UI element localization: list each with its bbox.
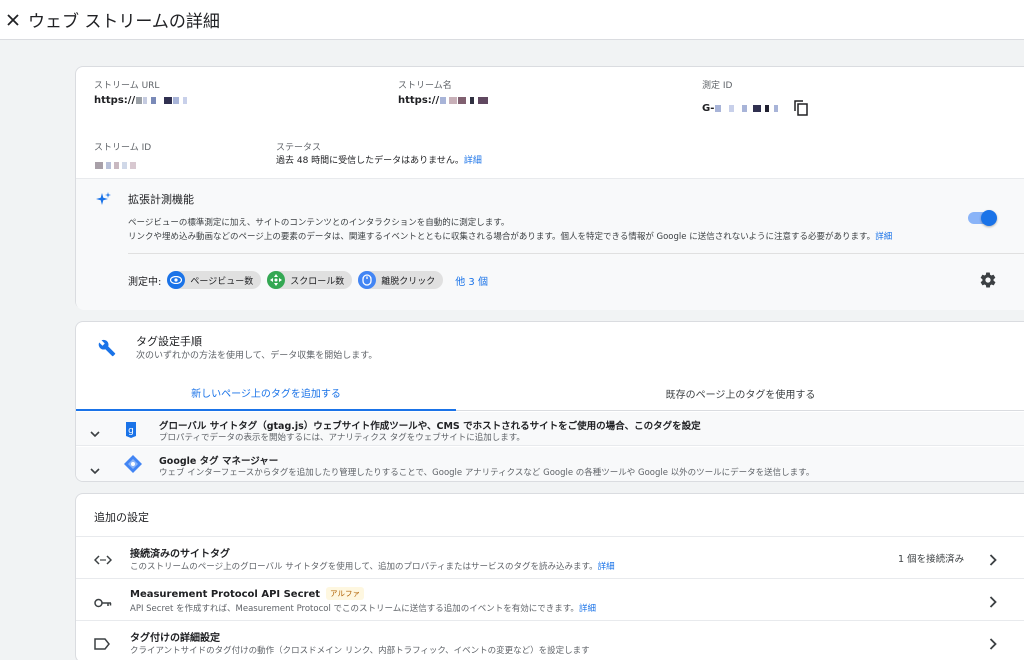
mouse-icon [358,271,377,289]
connected-count: 1 個を接続済み [898,554,965,565]
gtag-icon: g [124,420,138,442]
tab-add-new-tag[interactable]: 新しいページ上のタグを追加する [76,376,456,411]
close-icon[interactable] [3,10,23,30]
status-label: ステータス [276,143,322,153]
gtm-description: ウェブ インターフェースからタグを追加したり管理したりすることで、Google … [159,468,815,478]
tab-use-existing-tag[interactable]: 既存のページ上のタグを使用する [456,376,1024,411]
additional-settings-title: 追加の設定 [94,511,149,524]
svg-text:g: g [128,426,134,436]
chevron-right-icon [989,593,997,612]
divider [128,253,1024,254]
stream-id-label: ストリーム ID [94,143,152,153]
gtm-title: Google タグ マネージャー [159,456,279,467]
alpha-badge: アルファ [326,587,364,600]
gtag-title: グローバル サイトタグ（gtag.js）ウェブサイト作成ツールや、CMS でホス… [159,421,701,432]
gear-icon[interactable] [979,271,997,289]
additional-settings-card: 追加の設定 接続済みのサイトタグ このストリームのページ上のグローバル サイトタ… [75,493,1024,660]
stream-url-label: ストリーム URL [94,81,160,91]
measurement-id-label: 測定 ID [702,81,733,91]
tagging-subtitle: 次のいずれかの方法を使用して、データ収集を開始します。 [136,351,378,361]
tagging-details-title: タグ付けの詳細設定 [130,633,220,644]
measuring-label: 測定中: [128,276,162,288]
page-title: ウェブ ストリームの詳細 [28,12,220,32]
enhanced-measurement-section: 拡張計測機能 ページビューの標準測定に加え、サイトのコンテンツとのインタラクショ… [76,178,1024,310]
key-icon [94,593,112,612]
stream-details-card: ストリーム URL https:// ストリーム名 https:// 測定 ID… [75,66,1024,310]
measurement-id-value: G- [702,103,779,114]
measurement-protocol-title: Measurement Protocol API Secret アルファ [130,587,364,600]
sparkle-icon [94,191,112,213]
stream-name-label: ストリーム名 [398,81,452,91]
status-details-link[interactable]: 詳細 [464,156,482,166]
connected-site-tags-title: 接続済みのサイトタグ [130,549,230,560]
connected-site-tags-description: このストリームのページ上のグローバル サイトタグを使用して、追加のプロパティまた… [130,562,615,572]
measuring-row: 測定中: ページビュー数 スクロール数 離脱クリック 他 3 個 [128,271,488,289]
wrench-icon [98,339,116,361]
tag-manager-icon [124,455,142,477]
settings-row-connected-site-tags[interactable]: 接続済みのサイトタグ このストリームのページ上のグローバル サイトタグを使用して… [76,536,1024,578]
chevron-down-icon [90,423,100,442]
measurement-protocol-link[interactable]: 詳細 [579,604,596,614]
connected-site-tags-link[interactable]: 詳細 [598,562,615,572]
copy-icon[interactable] [794,100,808,120]
top-bar: ウェブ ストリームの詳細 [0,0,1024,40]
label-icon [94,635,110,654]
stream-url-value: https:// [94,95,188,106]
settings-row-tagging-details[interactable]: タグ付けの詳細設定 クライアントサイドのタグ付けの動作（クロスドメイン リンク、… [76,620,1024,660]
enhanced-details-link[interactable]: 詳細 [875,232,892,242]
enhanced-measurement-description: ページビューの標準測定に加え、サイトのコンテンツとのインタラクションを自動的に測… [128,218,893,242]
tag-row-gtag[interactable]: g グローバル サイトタグ（gtag.js）ウェブサイト作成ツールや、CMS で… [76,412,1024,446]
enhanced-measurement-title: 拡張計測機能 [128,193,194,206]
stream-name-value: https:// [398,95,489,106]
chip-scrolls[interactable]: スクロール数 [267,271,353,289]
more-events-link[interactable]: 他 3 個 [455,273,488,288]
status-text: 過去 48 時間に受信したデータはありません。詳細 [276,156,482,166]
crosshair-icon [267,271,286,289]
chevron-right-icon [989,551,997,570]
chip-outbound-clicks[interactable]: 離脱クリック [358,271,444,289]
tagging-title: タグ設定手順 [136,335,202,348]
code-icon [93,551,113,570]
tag-row-gtm[interactable]: Google タグ マネージャー ウェブ インターフェースからタグを追加したり管… [76,447,1024,481]
measurement-protocol-description: API Secret を作成すれば、Measurement Protocol で… [130,604,596,614]
enhanced-measurement-toggle[interactable] [968,210,997,226]
tagging-instructions-card: タグ設定手順 次のいずれかの方法を使用して、データ収集を開始します。 新しいペー… [75,321,1024,482]
chevron-right-icon [989,635,997,654]
chevron-down-icon [90,460,100,479]
stream-id-value [94,155,136,174]
settings-row-measurement-protocol[interactable]: Measurement Protocol API Secret アルファ API … [76,578,1024,620]
tagging-details-description: クライアントサイドのタグ付けの動作（クロスドメイン リンク、内部トラフィック、イ… [130,646,590,656]
chip-page-views[interactable]: ページビュー数 [167,271,262,289]
eye-icon [167,271,186,289]
gtag-description: プロパティでデータの表示を開始するには、アナリティクス タグをウェブサイトに追加… [159,433,525,443]
